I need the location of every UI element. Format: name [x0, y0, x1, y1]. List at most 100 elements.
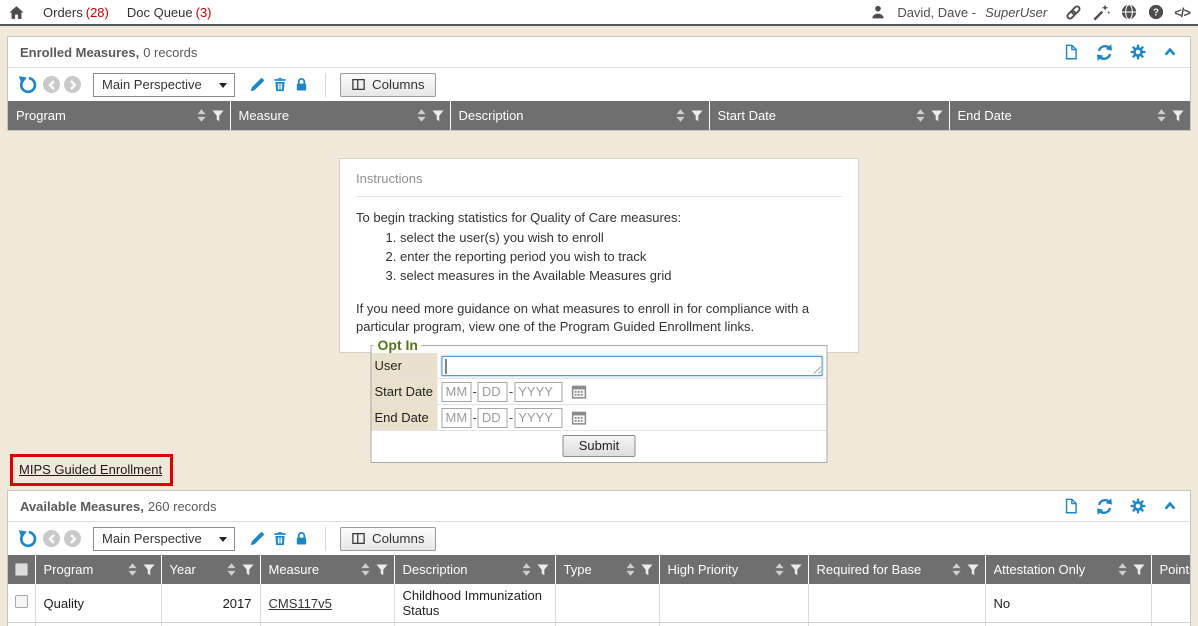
home-button[interactable]	[8, 4, 25, 21]
end-month-input[interactable]	[442, 408, 472, 428]
nav-forward-button[interactable]	[64, 530, 81, 547]
sort-icon[interactable]	[952, 563, 961, 576]
measure-link[interactable]: CMS117v5	[269, 596, 332, 611]
filter-funnel-icon[interactable]	[432, 110, 444, 122]
sort-icon[interactable]	[775, 563, 784, 576]
select-all-checkbox[interactable]	[15, 563, 28, 576]
delete-trash-icon[interactable]	[272, 76, 288, 93]
submit-button[interactable]: Submit	[563, 435, 635, 457]
available-title-text: Available Measures,	[20, 499, 144, 514]
sort-icon[interactable]	[128, 563, 137, 576]
user-row: User	[372, 353, 827, 379]
header-cell-start-date[interactable]: Start Date	[709, 101, 949, 130]
header-cell-description[interactable]: Description	[394, 555, 555, 584]
sort-icon[interactable]	[626, 563, 635, 576]
header-cell-high-priority[interactable]: High Priority	[659, 555, 808, 584]
filter-funnel-icon[interactable]	[691, 110, 703, 122]
filter-funnel-icon[interactable]	[212, 110, 224, 122]
header-cell-program[interactable]: Program	[8, 101, 230, 130]
link-icon[interactable]	[1064, 3, 1083, 22]
refresh-icon[interactable]	[1095, 43, 1114, 62]
collapse-chevron-icon[interactable]	[1162, 499, 1178, 513]
columns-button[interactable]: Columns	[340, 73, 436, 97]
mips-guided-enrollment-link[interactable]: MIPS Guided Enrollment	[19, 462, 162, 477]
sort-icon[interactable]	[916, 109, 925, 122]
wand-icon[interactable]	[1092, 3, 1111, 22]
sort-icon[interactable]	[522, 563, 531, 576]
row-checkbox[interactable]	[15, 595, 28, 608]
date-separator: -	[473, 410, 477, 425]
start-date-row: Start Date - -	[372, 379, 827, 405]
filter-funnel-icon[interactable]	[376, 564, 388, 576]
header-cell-description[interactable]: Description	[450, 101, 709, 130]
filter-funnel-icon[interactable]	[967, 564, 979, 576]
sort-icon[interactable]	[1118, 563, 1127, 576]
settings-gear-icon[interactable]	[1129, 43, 1147, 61]
available-grid-toolbar: Main Perspective Columns	[8, 522, 1190, 555]
filter-funnel-icon[interactable]	[143, 564, 155, 576]
new-document-icon[interactable]	[1063, 497, 1080, 515]
start-month-input[interactable]	[442, 382, 472, 402]
header-cell-end-date[interactable]: End Date	[949, 101, 1190, 130]
available-record-count: 260 records	[148, 499, 217, 514]
end-day-input[interactable]	[478, 408, 508, 428]
edit-pencil-icon[interactable]	[249, 530, 266, 547]
end-year-input[interactable]	[514, 408, 562, 428]
columns-button[interactable]: Columns	[340, 527, 436, 551]
globe-icon[interactable]	[1120, 3, 1138, 21]
lock-icon[interactable]	[294, 530, 309, 547]
undo-icon[interactable]	[18, 529, 38, 549]
lock-icon[interactable]	[294, 76, 309, 93]
sort-icon[interactable]	[197, 109, 206, 122]
filter-funnel-icon[interactable]	[1133, 564, 1145, 576]
header-cell-year[interactable]: Year	[161, 555, 260, 584]
settings-gear-icon[interactable]	[1129, 497, 1147, 515]
calendar-icon[interactable]	[571, 384, 586, 399]
nav-back-button[interactable]	[43, 530, 60, 547]
instructions-steps: select the user(s) you wish to enroll en…	[356, 229, 842, 286]
nav-item-doc-queue[interactable]: Doc Queue(3)	[127, 5, 212, 20]
nav-back-button[interactable]	[43, 76, 60, 93]
filter-funnel-icon[interactable]	[790, 564, 802, 576]
filter-funnel-icon[interactable]	[537, 564, 549, 576]
header-cell-attestation-only[interactable]: Attestation Only	[985, 555, 1151, 584]
filter-funnel-icon[interactable]	[242, 564, 254, 576]
edit-pencil-icon[interactable]	[249, 76, 266, 93]
delete-trash-icon[interactable]	[272, 530, 288, 547]
opt-in-legend: Opt In	[374, 337, 422, 353]
filter-funnel-icon[interactable]	[1172, 110, 1184, 122]
help-icon[interactable]: ?	[1147, 3, 1165, 21]
header-cell-points[interactable]: Points	[1151, 555, 1190, 584]
filter-funnel-icon[interactable]	[931, 110, 943, 122]
calendar-icon[interactable]	[571, 410, 586, 425]
code-icon[interactable]: </>	[1174, 5, 1190, 20]
nav-forward-button[interactable]	[64, 76, 81, 93]
user-name: David, Dave -	[897, 5, 976, 20]
enrolled-grid-toolbar: Main Perspective Columns	[8, 68, 1190, 101]
toolbar-divider	[325, 527, 326, 551]
start-day-input[interactable]	[478, 382, 508, 402]
undo-icon[interactable]	[18, 75, 38, 95]
sort-icon[interactable]	[227, 563, 236, 576]
sort-icon[interactable]	[1157, 109, 1166, 122]
collapse-chevron-icon[interactable]	[1162, 45, 1178, 59]
header-cell-type[interactable]: Type	[555, 555, 659, 584]
perspective-select[interactable]: Main Perspective	[93, 73, 235, 97]
header-cell-required-for-base[interactable]: Required for Base	[808, 555, 985, 584]
sort-icon[interactable]	[417, 109, 426, 122]
resize-grip[interactable]	[813, 366, 821, 374]
new-document-icon[interactable]	[1063, 43, 1080, 61]
user-input[interactable]	[442, 356, 823, 376]
refresh-icon[interactable]	[1095, 497, 1114, 516]
column-label: Description	[459, 108, 676, 123]
header-cell-measure[interactable]: Measure	[230, 101, 450, 130]
nav-item-orders[interactable]: Orders(28)	[43, 5, 109, 20]
perspective-select[interactable]: Main Perspective	[93, 527, 235, 551]
header-cell-program[interactable]: Program	[35, 555, 161, 584]
sort-icon[interactable]	[676, 109, 685, 122]
header-cell-measure[interactable]: Measure	[260, 555, 394, 584]
sort-icon[interactable]	[361, 563, 370, 576]
start-year-input[interactable]	[514, 382, 562, 402]
column-label: Attestation Only	[994, 562, 1118, 577]
filter-funnel-icon[interactable]	[641, 564, 653, 576]
